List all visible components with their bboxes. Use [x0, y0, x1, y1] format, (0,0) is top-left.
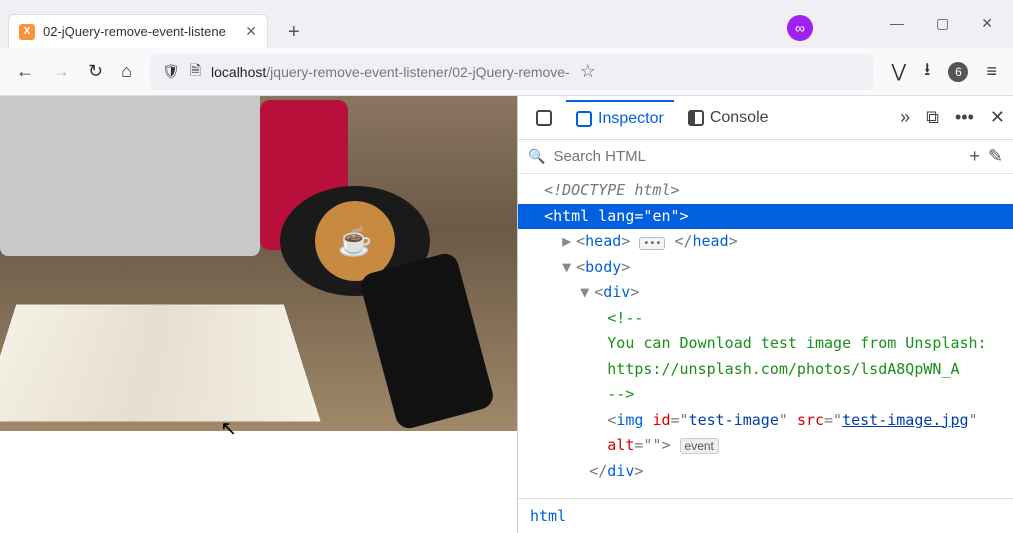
page-viewport: ☕ ↖ [0, 96, 517, 533]
private-browsing-icon: ∞ [787, 15, 813, 41]
eyedropper-icon[interactable]: ✎ [988, 146, 1003, 167]
url-bar[interactable]: 🛡 🗎 localhost/jquery-remove-event-listen… [150, 54, 873, 90]
pocket-icon[interactable]: ⋁ [891, 61, 906, 82]
responsive-mode-icon[interactable]: ⧉ [926, 107, 939, 128]
laptop-shape [0, 96, 260, 256]
event-badge[interactable]: event [680, 438, 719, 454]
devtools-menu-button[interactable]: ••• [955, 107, 974, 128]
shield-icon: 🛡 [162, 63, 180, 80]
window-controls: — ▢ ✕ [890, 15, 993, 32]
collapse-icon[interactable]: ▼ [580, 280, 594, 306]
minimize-button[interactable]: — [890, 15, 904, 32]
bookmark-star-icon[interactable]: ☆ [580, 61, 596, 82]
expand-icon[interactable]: ▶ [562, 229, 576, 255]
dom-head-element[interactable]: ▶<head> ••• </head> [518, 229, 1013, 255]
xampp-favicon-icon: X [19, 24, 35, 40]
forward-button[interactable]: → [52, 61, 70, 82]
dom-tree[interactable]: <!DOCTYPE html> <html lang="en"> ▶<head>… [518, 174, 1013, 498]
notification-count[interactable]: 6 [948, 62, 968, 82]
element-picker-button[interactable] [526, 102, 562, 134]
search-html-input[interactable] [553, 148, 961, 165]
collapse-icon[interactable]: ▼ [562, 255, 576, 281]
console-icon [688, 110, 704, 126]
back-button[interactable]: ← [16, 61, 34, 82]
maximize-button[interactable]: ▢ [936, 15, 949, 32]
book-shape [0, 305, 321, 422]
content-row: ☕ ↖ Inspector Console » ⧉ ••• ✕ 🔍 + ✎ <!… [0, 96, 1013, 533]
devtools-tab-bar: Inspector Console » ⧉ ••• ✕ [518, 96, 1013, 140]
dom-comment-line[interactable]: You can Download test image from Unsplas… [518, 331, 1013, 357]
devtools-close-button[interactable]: ✕ [990, 107, 1005, 128]
dom-comment-open[interactable]: <!-- [518, 306, 1013, 332]
dom-div-element[interactable]: ▼<div> [518, 280, 1013, 306]
ellipsis-icon[interactable]: ••• [639, 237, 665, 250]
dom-comment-close[interactable]: --> [518, 382, 1013, 408]
nav-bar: ← → ↻ ⌂ 🛡 🗎 localhost/jquery-remove-even… [0, 48, 1013, 96]
menu-button[interactable]: ≡ [986, 61, 997, 82]
tab-strip: X 02-jQuery-remove-event-listene ✕ + [0, 0, 1013, 48]
browser-window: ∞ — ▢ ✕ X 02-jQuery-remove-event-listene… [0, 0, 1013, 96]
overflow-tabs-button[interactable]: » [900, 107, 910, 128]
browser-tab[interactable]: X 02-jQuery-remove-event-listene ✕ [8, 14, 268, 48]
breadcrumb[interactable]: html [518, 498, 1013, 533]
page-info-icon[interactable]: 🗎 [190, 60, 201, 84]
dom-img-alt[interactable]: alt=""> event [518, 433, 1013, 459]
test-image[interactable]: ☕ [0, 96, 517, 431]
search-icon: 🔍 [528, 148, 545, 165]
dom-comment-line[interactable]: https://unsplash.com/photos/lsdA8QpWN_A [518, 357, 1013, 383]
add-element-button[interactable]: + [969, 146, 980, 167]
mouse-cursor-icon: ↖ [220, 416, 237, 441]
downloads-icon[interactable]: ⭳ [924, 57, 930, 87]
new-tab-button[interactable]: + [280, 17, 308, 48]
tab-close-icon[interactable]: ✕ [245, 23, 257, 40]
picker-icon [536, 110, 552, 126]
inspector-icon [576, 111, 592, 127]
dom-img-element[interactable]: <img id="test-image" src="test-image.jpg… [518, 408, 1013, 434]
url-text: localhost/jquery-remove-event-listener/0… [211, 64, 570, 80]
phone-shape [358, 251, 496, 431]
devtools-search-bar: 🔍 + ✎ [518, 140, 1013, 174]
inspector-tab[interactable]: Inspector [566, 100, 674, 136]
console-tab[interactable]: Console [678, 101, 779, 135]
dom-html-element[interactable]: <html lang="en"> [518, 204, 1013, 230]
dom-doctype[interactable]: <!DOCTYPE html> [518, 178, 1013, 204]
tab-title: 02-jQuery-remove-event-listene [43, 24, 237, 39]
close-window-button[interactable]: ✕ [981, 15, 993, 32]
home-button[interactable]: ⌂ [121, 61, 132, 82]
reload-button[interactable]: ↻ [88, 61, 103, 82]
dom-body-element[interactable]: ▼<body> [518, 255, 1013, 281]
devtools-panel: Inspector Console » ⧉ ••• ✕ 🔍 + ✎ <!DOCT… [517, 96, 1013, 533]
dom-div-close[interactable]: </div> [518, 459, 1013, 485]
